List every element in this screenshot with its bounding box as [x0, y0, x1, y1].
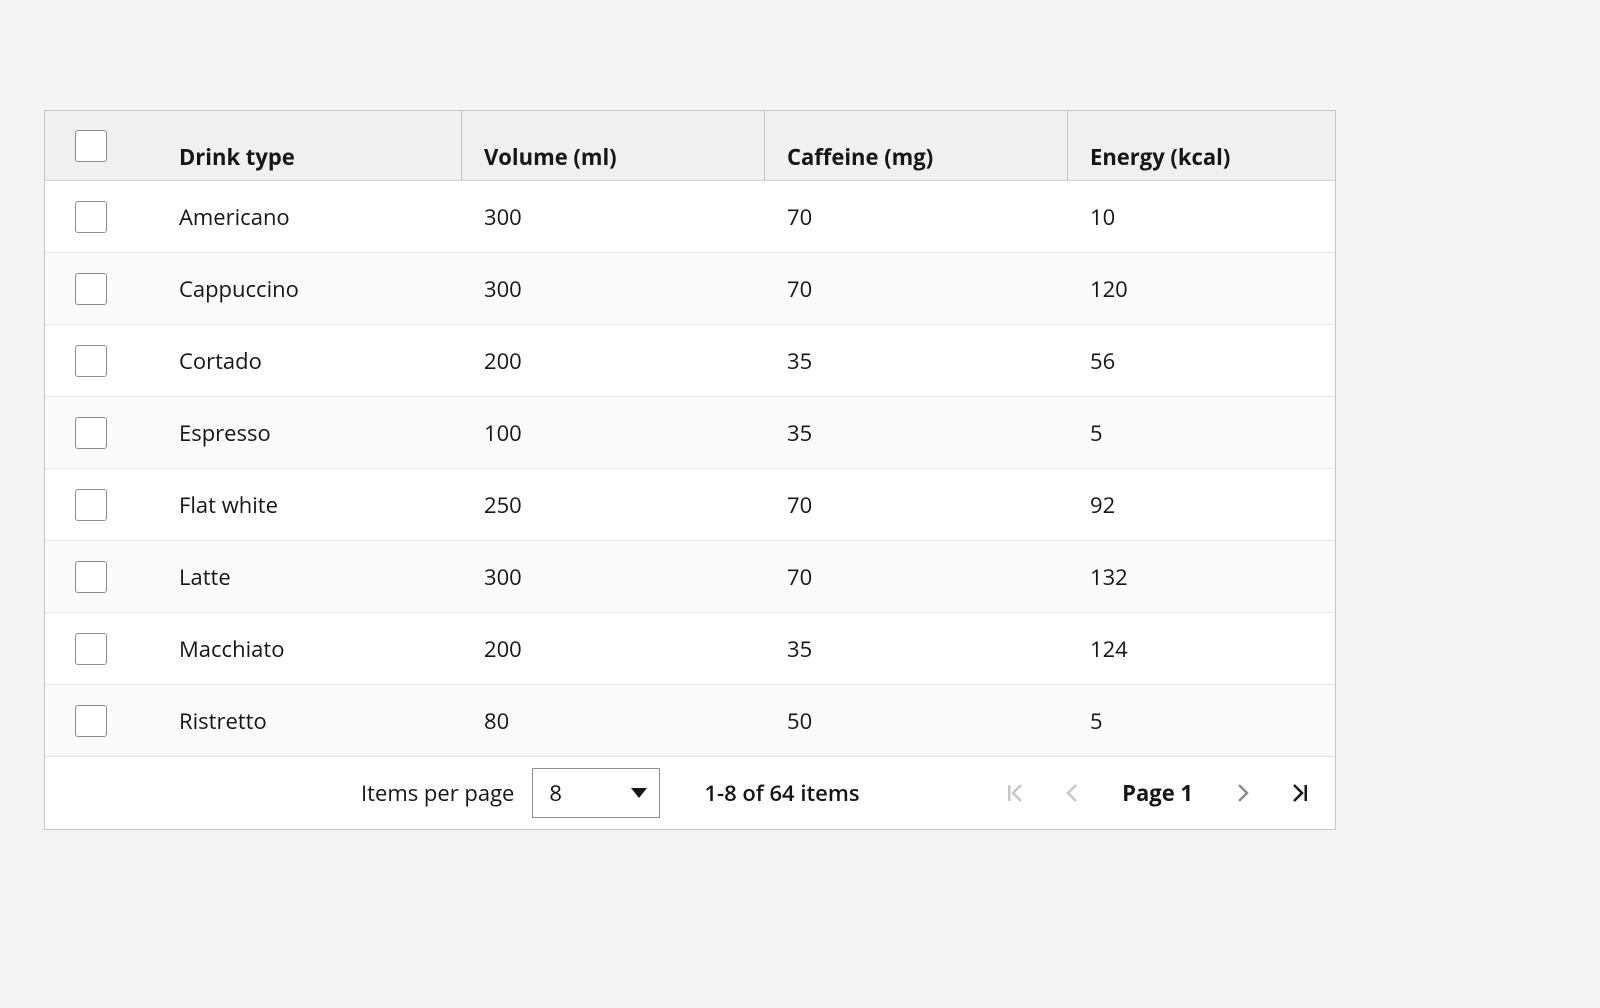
row-checkbox-cell [45, 253, 137, 324]
chevron-last-icon [1288, 782, 1310, 804]
cell-drink-type: Cortado [137, 325, 462, 396]
table-row: Latte 300 70 132 [45, 541, 1335, 613]
row-checkbox[interactable] [75, 489, 107, 521]
cell-caffeine: 70 [765, 469, 1068, 540]
items-per-page-group: Items per page 8 [361, 768, 660, 818]
cell-caffeine: 35 [765, 397, 1068, 468]
cell-volume: 300 [462, 181, 765, 252]
cell-energy: 120 [1068, 253, 1335, 324]
row-checkbox[interactable] [75, 345, 107, 377]
cell-drink-type: Latte [137, 541, 462, 612]
cell-volume: 200 [462, 325, 765, 396]
row-checkbox[interactable] [75, 417, 107, 449]
row-checkbox-cell [45, 685, 137, 756]
cell-volume: 100 [462, 397, 765, 468]
first-page-button[interactable] [992, 769, 1040, 817]
cell-volume: 300 [462, 253, 765, 324]
cell-energy: 5 [1068, 685, 1335, 756]
cell-energy: 5 [1068, 397, 1335, 468]
row-checkbox[interactable] [75, 201, 107, 233]
column-header-drink-type[interactable]: Drink type [137, 111, 462, 180]
cell-caffeine: 35 [765, 613, 1068, 684]
row-checkbox-cell [45, 613, 137, 684]
row-checkbox-cell [45, 397, 137, 468]
current-page-label: Page 1 [1104, 778, 1211, 808]
column-label: Volume (ml) [484, 120, 617, 172]
column-label: Drink type [179, 120, 295, 172]
page: Drink type Volume (ml) Caffeine (mg) Ene… [0, 0, 1600, 1008]
last-page-button[interactable] [1275, 769, 1323, 817]
row-checkbox[interactable] [75, 633, 107, 665]
items-per-page-select[interactable]: 8 [532, 768, 660, 818]
cell-drink-type: Americano [137, 181, 462, 252]
chevron-first-icon [1005, 782, 1027, 804]
cell-drink-type: Macchiato [137, 613, 462, 684]
cell-energy: 92 [1068, 469, 1335, 540]
pagination-bar: Items per page 8 1-8 of 64 items [45, 757, 1335, 829]
cell-energy: 124 [1068, 613, 1335, 684]
cell-volume: 200 [462, 613, 765, 684]
column-label: Energy (kcal) [1090, 120, 1230, 172]
cell-volume: 250 [462, 469, 765, 540]
table-row: Cappuccino 300 70 120 [45, 253, 1335, 325]
data-table: Drink type Volume (ml) Caffeine (mg) Ene… [44, 110, 1336, 830]
row-checkbox[interactable] [75, 705, 107, 737]
cell-energy: 132 [1068, 541, 1335, 612]
cell-volume: 300 [462, 541, 765, 612]
row-checkbox-cell [45, 325, 137, 396]
cell-caffeine: 35 [765, 325, 1068, 396]
table-row: Flat white 250 70 92 [45, 469, 1335, 541]
row-checkbox-cell [45, 541, 137, 612]
cell-caffeine: 70 [765, 253, 1068, 324]
table-row: Americano 300 70 10 [45, 181, 1335, 253]
column-label: Caffeine (mg) [787, 120, 933, 172]
cell-caffeine: 70 [765, 181, 1068, 252]
table-body: Americano 300 70 10 Cappuccino 300 70 12… [45, 181, 1335, 757]
table-header-row: Drink type Volume (ml) Caffeine (mg) Ene… [45, 111, 1335, 181]
table-row: Cortado 200 35 56 [45, 325, 1335, 397]
cell-drink-type: Espresso [137, 397, 462, 468]
header-checkbox-cell [45, 111, 137, 180]
items-per-page-value: 8 [549, 778, 562, 808]
cell-energy: 56 [1068, 325, 1335, 396]
chevron-right-icon [1232, 782, 1254, 804]
cell-drink-type: Ristretto [137, 685, 462, 756]
select-all-checkbox[interactable] [75, 130, 107, 162]
table-row: Ristretto 80 50 5 [45, 685, 1335, 757]
caret-down-icon [631, 784, 647, 803]
cell-volume: 80 [462, 685, 765, 756]
column-header-volume[interactable]: Volume (ml) [462, 111, 765, 180]
chevron-left-icon [1061, 782, 1083, 804]
cell-drink-type: Cappuccino [137, 253, 462, 324]
items-per-page-label: Items per page [361, 778, 514, 808]
row-checkbox-cell [45, 469, 137, 540]
column-header-energy[interactable]: Energy (kcal) [1068, 111, 1335, 180]
row-checkbox[interactable] [75, 273, 107, 305]
cell-energy: 10 [1068, 181, 1335, 252]
cell-caffeine: 70 [765, 541, 1068, 612]
next-page-button[interactable] [1219, 769, 1267, 817]
table-row: Macchiato 200 35 124 [45, 613, 1335, 685]
cell-caffeine: 50 [765, 685, 1068, 756]
pagination-nav: Page 1 [992, 769, 1323, 817]
prev-page-button[interactable] [1048, 769, 1096, 817]
row-checkbox[interactable] [75, 561, 107, 593]
row-checkbox-cell [45, 181, 137, 252]
table-row: Espresso 100 35 5 [45, 397, 1335, 469]
cell-drink-type: Flat white [137, 469, 462, 540]
pagination-range-text: 1-8 of 64 items [704, 778, 859, 808]
column-header-caffeine[interactable]: Caffeine (mg) [765, 111, 1068, 180]
